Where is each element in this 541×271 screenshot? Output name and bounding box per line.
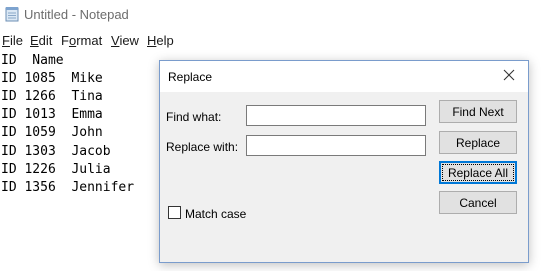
find-what-input[interactable] [246,105,426,126]
replace-all-button[interactable]: Replace All [439,161,517,184]
menu-help[interactable]: Help [147,33,174,48]
notepad-icon [5,6,19,22]
editor-line: ID Name [1,53,64,68]
replace-dialog: Replace Find what: Replace with: Find Ne… [159,60,529,263]
window-title: Untitled - Notepad [24,7,129,22]
replace-with-label: Replace with: [166,140,239,154]
menu-view[interactable]: View [111,33,139,48]
find-what-label: Find what: [166,110,222,124]
editor-line: ID 1303 Jacob [1,144,111,159]
menu-file[interactable]: File [2,33,23,48]
menu-bar: File Edit Format View Help [0,31,541,50]
editor-line: ID 1013 Emma [1,107,103,122]
title-bar: Untitled - Notepad [0,0,541,30]
editor-line: ID 1059 John [1,125,103,140]
menu-format[interactable]: Format [61,33,102,48]
editor-line: ID 1226 Julia [1,162,111,177]
dialog-title-bar[interactable]: Replace [160,61,528,92]
close-icon [503,68,515,86]
find-next-button[interactable]: Find Next [439,100,517,123]
dialog-title: Replace [168,70,213,84]
replace-button[interactable]: Replace [439,131,517,154]
menu-edit[interactable]: Edit [30,33,52,48]
editor-line: ID 1356 Jennifer [1,180,135,195]
replace-with-input[interactable] [246,135,426,156]
match-case-checkbox[interactable] [168,206,181,219]
cancel-button[interactable]: Cancel [439,191,517,214]
match-case-label[interactable]: Match case [185,207,246,221]
close-button[interactable] [495,64,523,89]
editor-line: ID 1266 Tina [1,89,103,104]
editor-line: ID 1085 Mike [1,71,103,86]
